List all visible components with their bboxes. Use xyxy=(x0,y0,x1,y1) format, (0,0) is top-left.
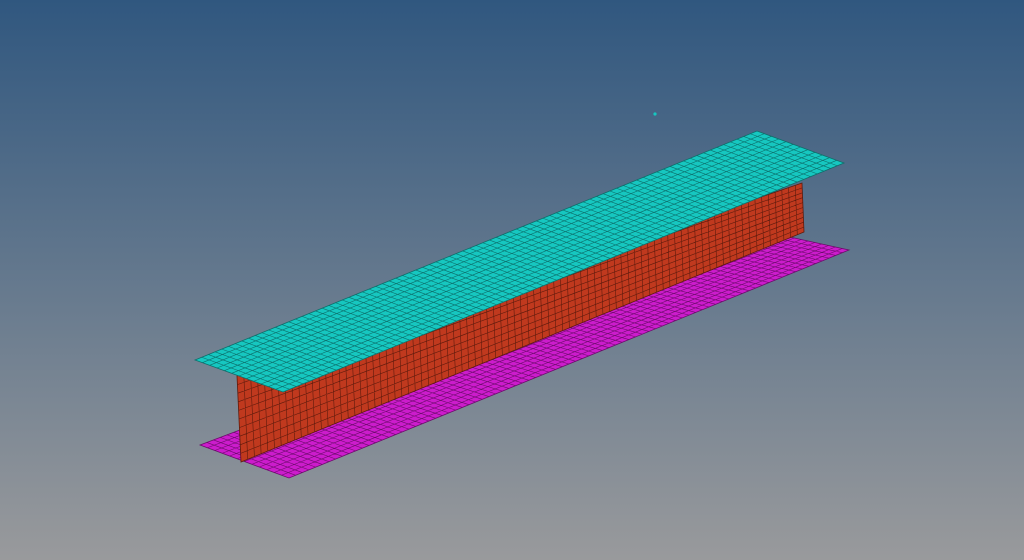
node-marker[interactable] xyxy=(653,112,657,116)
graphics-viewport[interactable] xyxy=(0,0,1024,560)
3d-model-view[interactable] xyxy=(0,0,1024,560)
